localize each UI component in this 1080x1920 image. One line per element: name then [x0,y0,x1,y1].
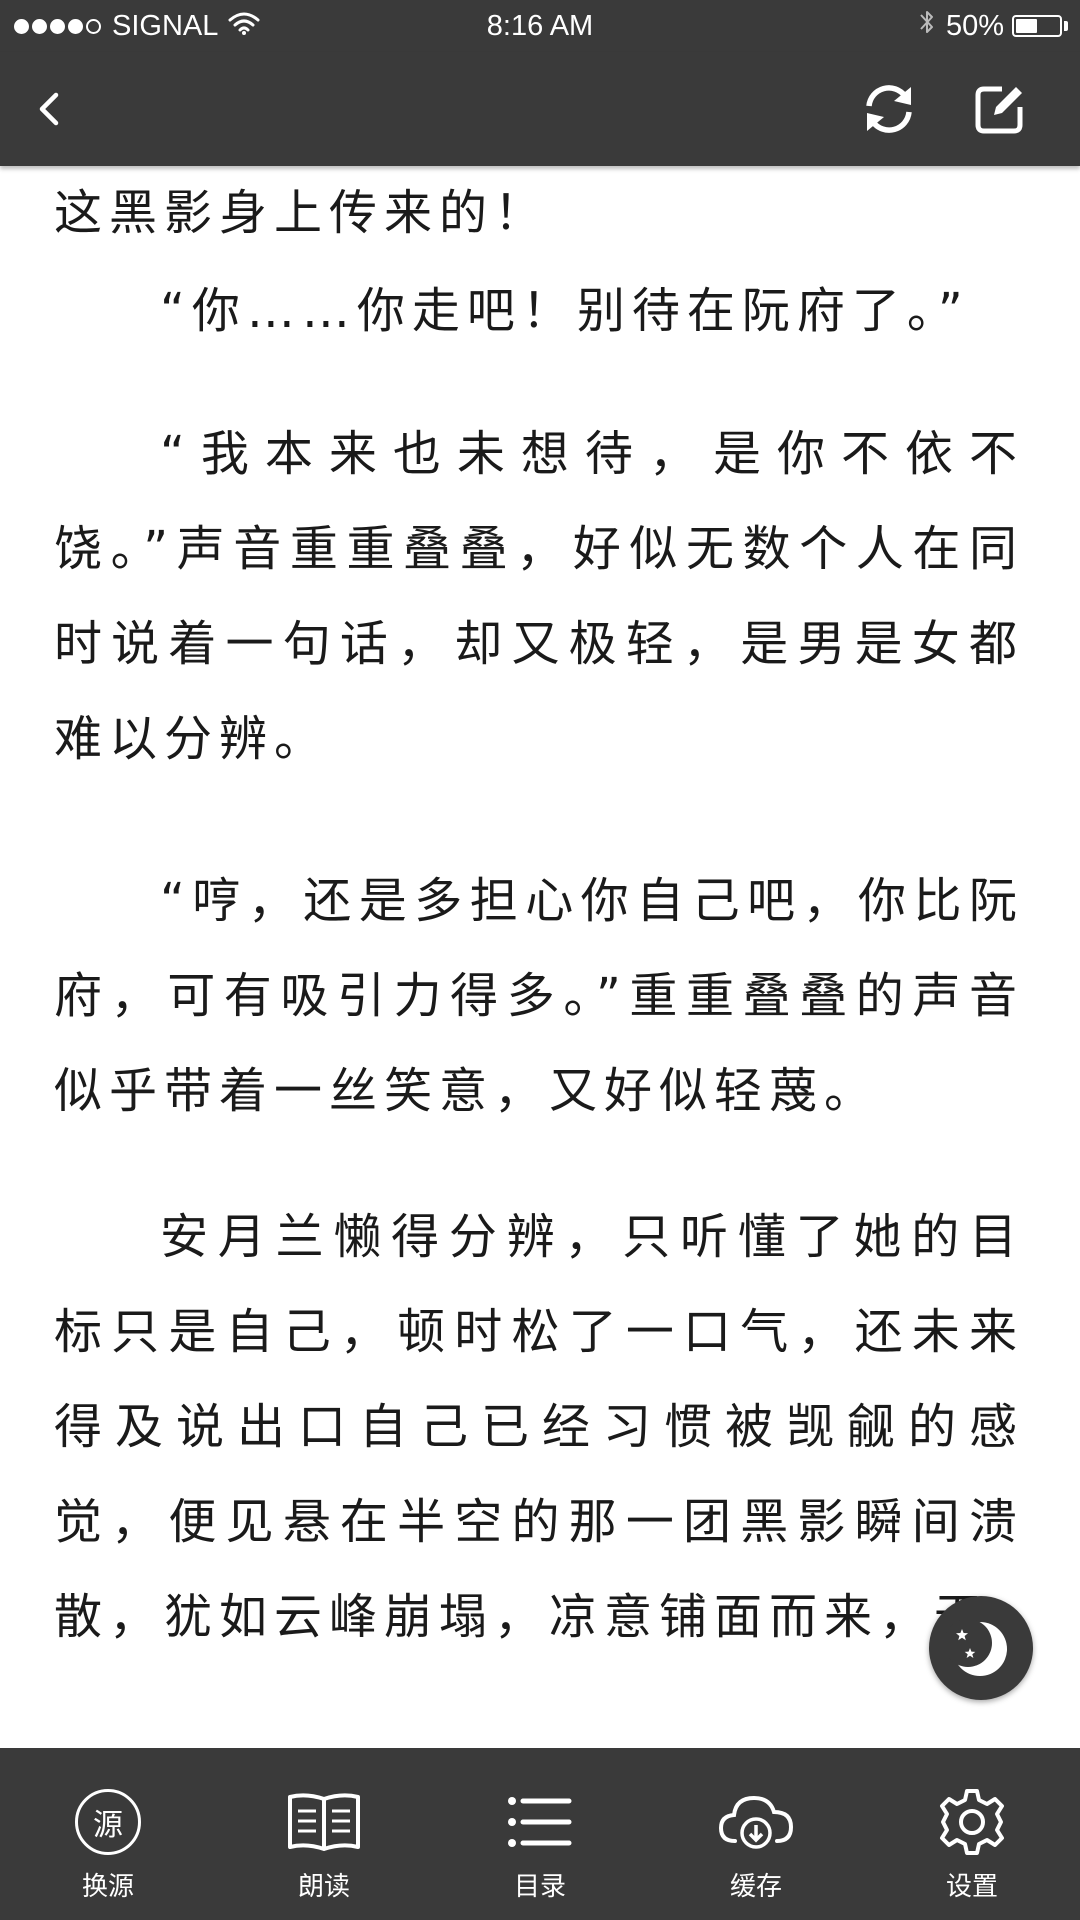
toolbar-label: 朗读 [297,1872,350,1902]
toolbar-label: 缓存 [729,1872,782,1902]
battery-level-fill [1016,19,1037,33]
refresh-button[interactable] [839,52,939,166]
battery-percent: 50% [945,9,1004,42]
toolbar-item-table-of-contents[interactable]: 目录 [432,1748,648,1920]
list-icon [507,1784,573,1860]
source-icon-circle: 源 [75,1789,141,1855]
toolbar-item-change-source[interactable]: 源 换源 [0,1748,216,1920]
gear-icon [937,1784,1007,1860]
back-button[interactable] [0,52,100,166]
battery-icon [1012,15,1062,37]
bluetooth-icon [918,8,936,44]
paragraph: 这黑影身上传来的！ [54,185,550,241]
paragraph: “我本来也未想待，是你不依不饶。”声音重重叠叠，好似无数个人在同时说着一句话，却… [54,426,1024,767]
paragraph: 安月兰懒得分辨，只听懂了她的目标只是自己，顿时松了一口气，还未来得及说出口自己已… [54,1209,1024,1645]
toolbar-item-cache[interactable]: 缓存 [648,1748,864,1920]
toolbar-item-read-aloud[interactable]: 朗读 [216,1748,432,1920]
reader-screen: SIGNAL 8:16 AM 50% 这黑影身上传来的！ “你……你走吧！别待在… [0,0,1080,1920]
cloud-download-icon [717,1784,795,1860]
paragraph: “哼，还是多担心你自己吧，你比阮府，可有吸引力得多。”重重叠叠的声音似乎带着一丝… [54,873,1024,1119]
refresh-icon [866,85,912,133]
toolbar-label: 目录 [513,1872,566,1902]
moon-stars-icon [946,1619,1007,1676]
status-right: 50% [918,8,1068,44]
chapter-content[interactable]: 这黑影身上传来的！ “你……你走吧！别待在阮府了。” “我本来也未想待，是你不依… [0,166,1080,1748]
source-icon: 源 [75,1784,141,1860]
paragraph: “你……你走吧！别待在阮府了。” [160,283,970,339]
battery-tip [1064,21,1068,31]
toolbar-label: 换源 [81,1872,134,1902]
toolbar-label: 设置 [945,1872,998,1902]
edit-icon [975,86,1023,134]
night-mode-button[interactable] [929,1596,1033,1700]
status-bar: SIGNAL 8:16 AM 50% [0,0,1080,52]
chevron-left-icon [39,92,59,126]
edit-button[interactable] [950,52,1050,166]
book-open-icon [286,1784,362,1860]
toolbar-item-settings[interactable]: 设置 [864,1748,1080,1920]
reader-toolbar: 源 换源 朗读 目录 缓存 设置 [0,1748,1080,1920]
reader-nav-bar [0,52,1080,166]
